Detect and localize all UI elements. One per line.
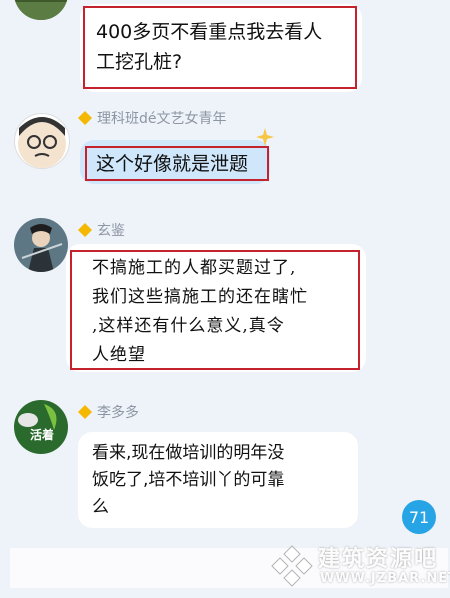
- sparkle-icon: [256, 128, 274, 146]
- avatar-sender-0[interactable]: [14, 0, 68, 20]
- unread-count-badge[interactable]: 71: [402, 500, 436, 534]
- watermark-title: 建筑资源吧: [318, 547, 439, 572]
- message-text-0: 400多页不看重点我去看人 工挖孔桩?: [96, 21, 323, 73]
- sender-name-2: 玄鉴: [97, 223, 125, 239]
- avatar-sender-2[interactable]: [14, 218, 68, 272]
- sender-name-line-2: 玄鉴: [78, 220, 125, 240]
- sender-name-3: 李多多: [97, 405, 139, 421]
- sender-name-1: 理科班dé文艺女青年: [97, 111, 227, 127]
- watermark-url: WWW.JZBAR.NET: [320, 571, 450, 586]
- sender-name-line-1: 理科班dé文艺女青年: [78, 108, 227, 128]
- avatar-caption: 活着: [30, 428, 55, 442]
- member-badge-icon: [78, 111, 92, 125]
- watermark-logo-icon: [271, 545, 313, 587]
- member-badge-icon: [78, 405, 92, 419]
- message-text-1: 这个好像就是泄题: [96, 153, 249, 175]
- member-badge-icon: [78, 223, 92, 237]
- message-text-3: 看来,现在做培训的明年没 饭吃了,培不培训丫的可靠 么: [92, 443, 285, 517]
- avatar-sender-3[interactable]: 活着: [14, 400, 68, 454]
- avatar-sender-1[interactable]: [14, 113, 70, 169]
- sender-name-line-3: 李多多: [78, 402, 139, 422]
- message-text-2: 不搞施工的人都买题过了, 我们这些搞施工的还在瞎忙 ,这样还有什么意义,真令 人…: [92, 258, 308, 365]
